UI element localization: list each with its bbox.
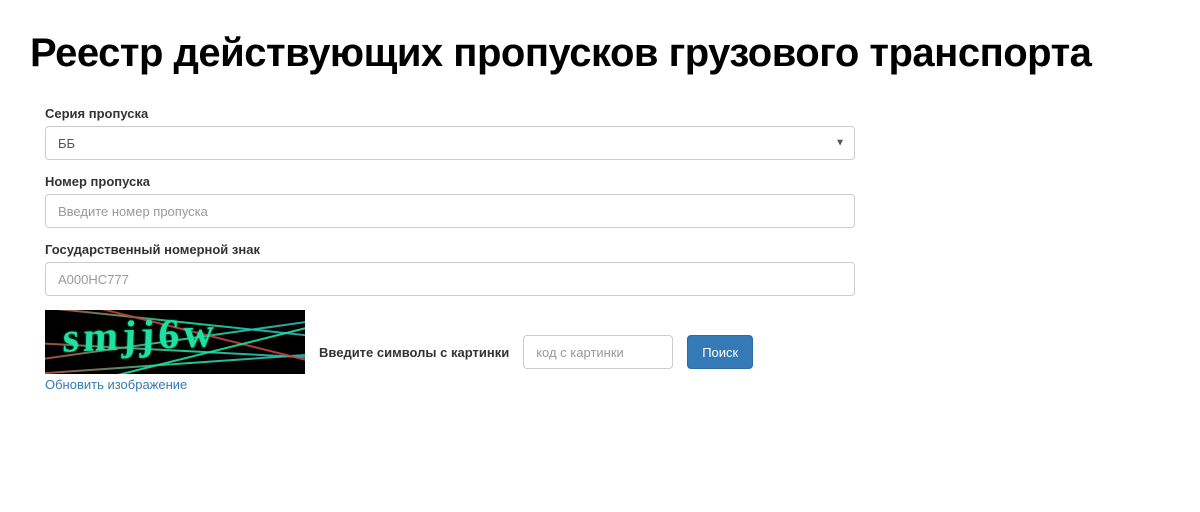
captcha-row: smjj6w Обновить изображение Введите симв… — [45, 310, 855, 394]
number-label: Номер пропуска — [45, 174, 855, 189]
series-label: Серия пропуска — [45, 106, 855, 121]
captcha-box: smjj6w Обновить изображение — [45, 310, 305, 394]
search-form: Серия пропуска ББ ▼ Номер пропуска Госуд… — [0, 96, 900, 414]
captcha-image: smjj6w — [45, 310, 305, 374]
field-plate: Государственный номерной знак — [45, 242, 855, 296]
plate-input[interactable] — [45, 262, 855, 296]
captcha-refresh-link[interactable]: Обновить изображение — [45, 377, 187, 392]
captcha-input[interactable] — [523, 335, 673, 369]
search-button[interactable]: Поиск — [687, 335, 753, 369]
captcha-text: smjj6w — [62, 310, 219, 363]
plate-label: Государственный номерной знак — [45, 242, 855, 257]
number-input[interactable] — [45, 194, 855, 228]
page-title: Реестр действующих пропусков грузового т… — [0, 0, 1200, 96]
field-series: Серия пропуска ББ ▼ — [45, 106, 855, 160]
series-select[interactable]: ББ — [45, 126, 855, 160]
field-number: Номер пропуска — [45, 174, 855, 228]
captcha-label: Введите символы с картинки — [319, 345, 509, 360]
